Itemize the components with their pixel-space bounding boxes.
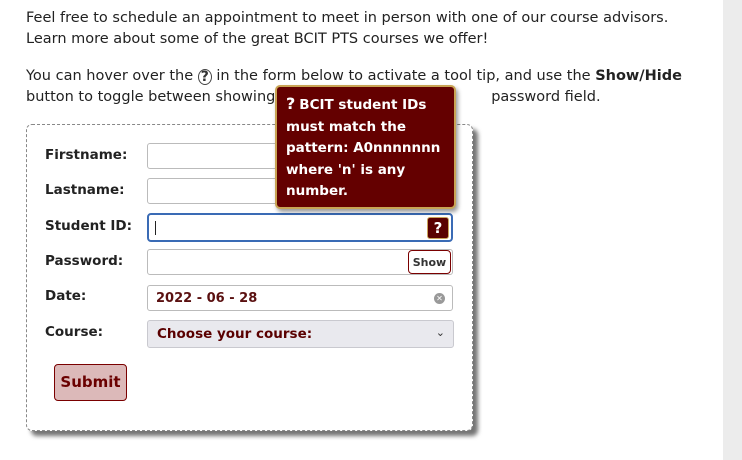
instructions-text-start: You can hover over the: [26, 68, 198, 84]
password-input[interactable]: Show: [147, 249, 453, 275]
course-select[interactable]: Choose your course: ⌄: [147, 320, 454, 348]
lastname-label: Lastname:: [45, 182, 125, 198]
firstname-label: Firstname:: [45, 147, 128, 163]
date-label: Date:: [45, 288, 87, 304]
text-caret: [155, 221, 156, 235]
submit-button[interactable]: Submit: [54, 364, 127, 401]
question-mark-icon: ?: [197, 69, 212, 85]
date-input[interactable]: 2022 - 06 - 28 ✕: [147, 285, 453, 311]
password-label: Password:: [45, 253, 124, 269]
question-mark-icon: ?: [286, 94, 296, 113]
student-id-label: Student ID:: [45, 218, 132, 234]
course-label: Course:: [45, 324, 104, 340]
question-mark-icon[interactable]: ?: [427, 217, 449, 239]
show-password-button[interactable]: Show: [408, 250, 451, 274]
tooltip-text: BCIT student IDs must match the pattern:…: [286, 97, 441, 199]
instructions-text-mid: in the form below to activate a tool tip…: [211, 68, 596, 84]
course-selected-value: Choose your course:: [157, 326, 313, 342]
student-id-tooltip: ? BCIT student IDs must match the pattern…: [275, 85, 456, 209]
page-content: Feel free to schedule an appointment to …: [0, 0, 723, 460]
student-id-input[interactable]: ?: [147, 213, 453, 242]
date-value: 2022 - 06 - 28: [156, 291, 258, 306]
intro-paragraph: Feel free to schedule an appointment to …: [26, 10, 669, 47]
instructions-text-end: password field.: [491, 89, 601, 105]
clear-x-icon[interactable]: ✕: [434, 293, 445, 304]
chevron-down-icon: ⌄: [435, 326, 445, 339]
show-hide-text: Show/Hide: [595, 68, 682, 84]
